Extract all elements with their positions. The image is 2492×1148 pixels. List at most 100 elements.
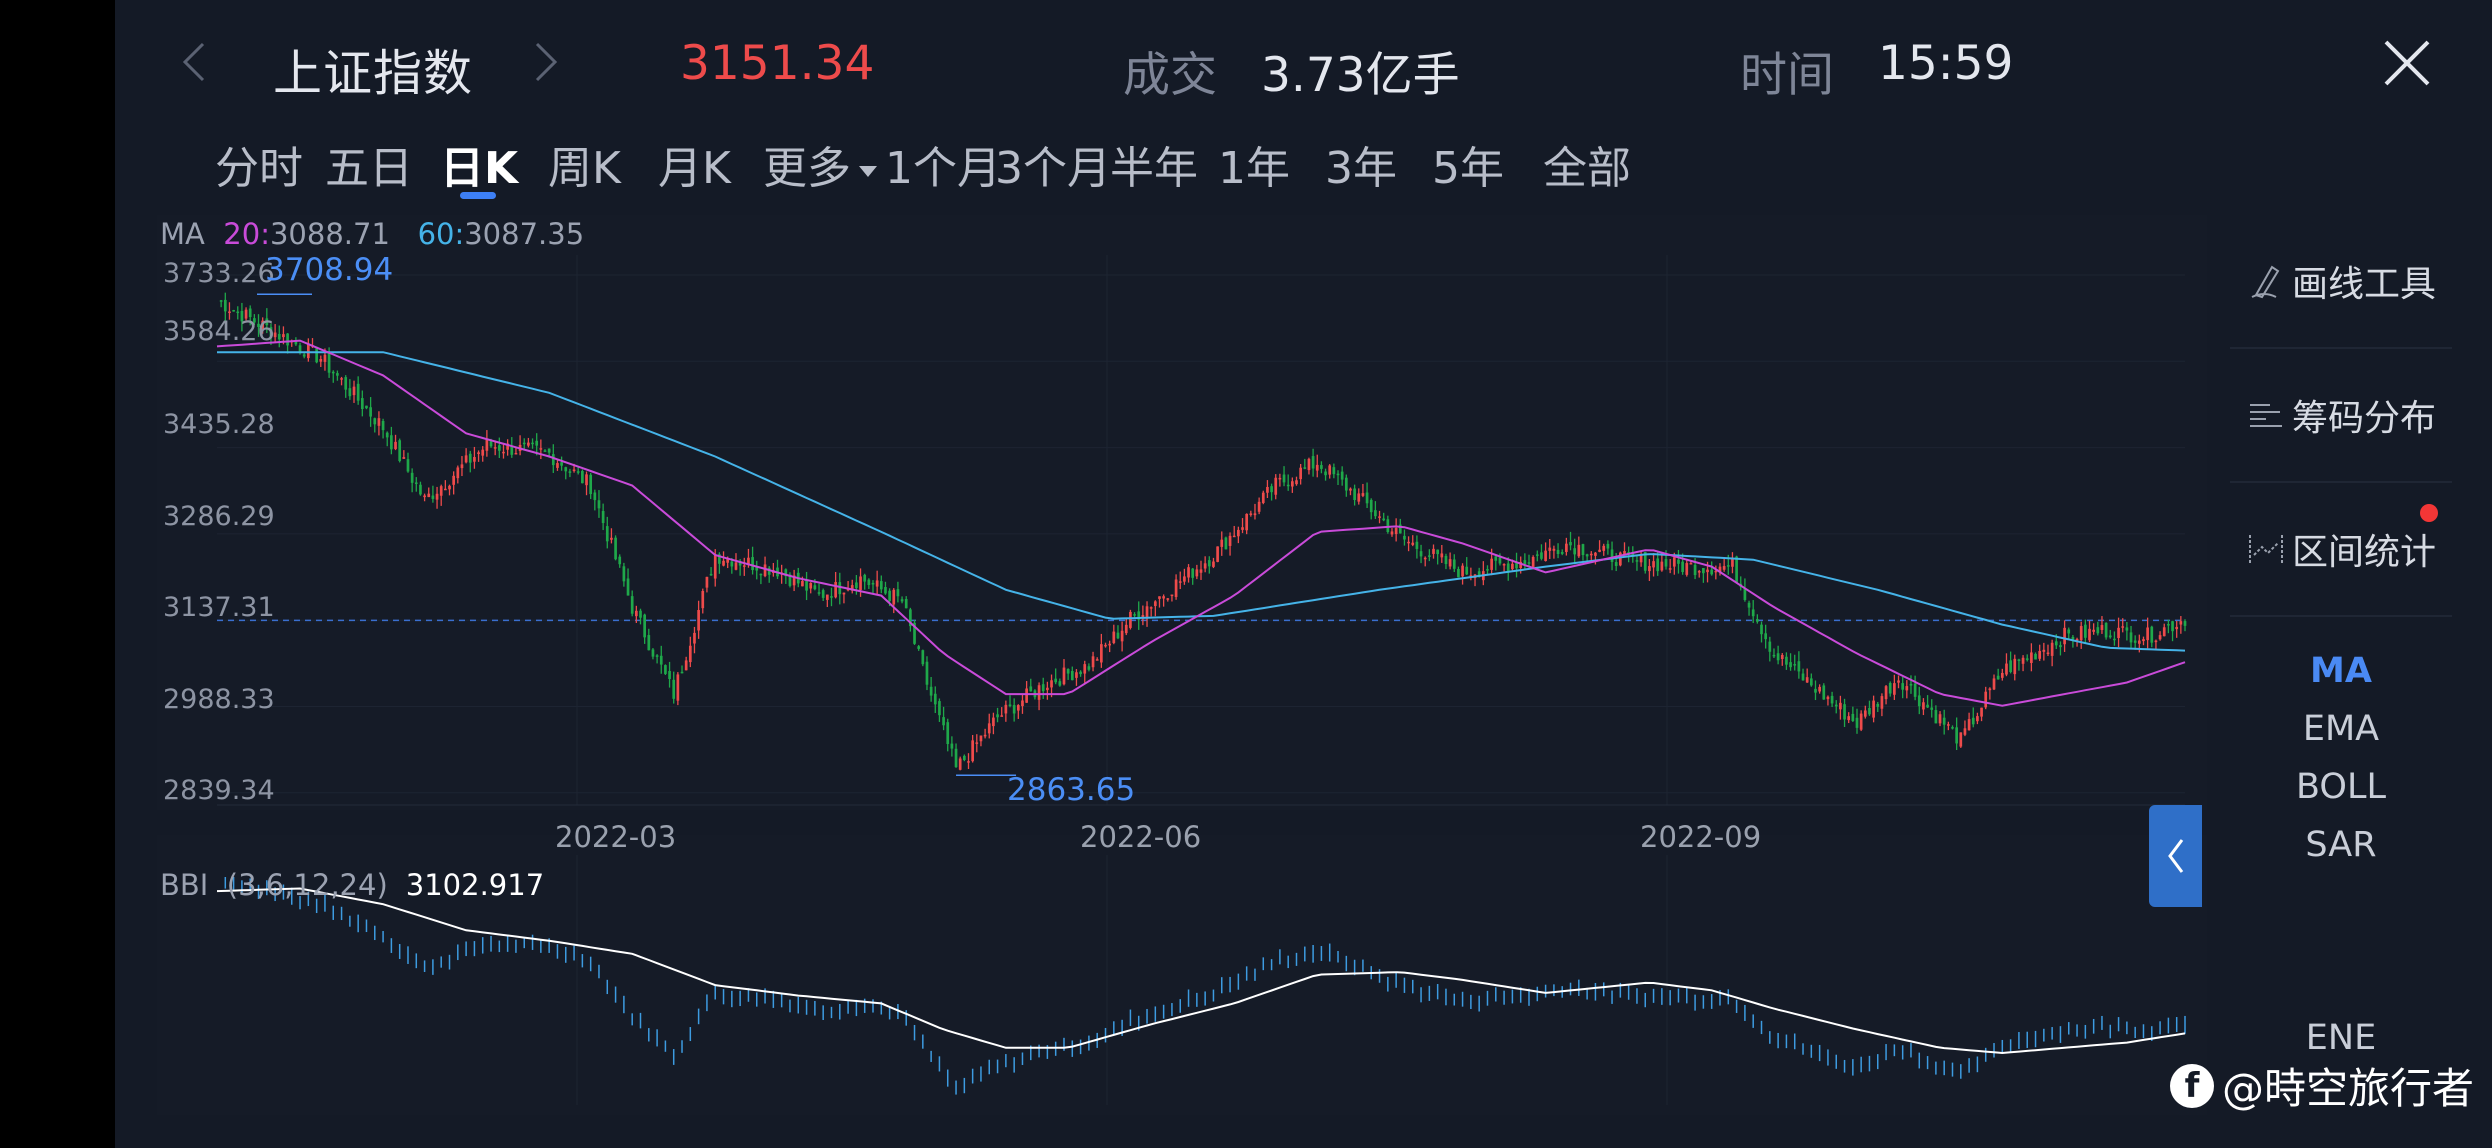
indicator-ma[interactable]: MA: [2230, 651, 2452, 691]
candle: [1004, 704, 1008, 714]
candle: [1046, 687, 1049, 691]
tab-3[interactable]: 周K: [548, 132, 621, 196]
candle: [1809, 678, 1813, 686]
candle: [1963, 728, 1967, 735]
candle: [373, 418, 377, 425]
candle: [2146, 627, 2149, 641]
candle: [1357, 493, 1361, 502]
candle: [282, 334, 285, 338]
candle: [680, 671, 684, 674]
candle: [1062, 667, 1066, 685]
candle: [427, 493, 431, 498]
y-tick: 3435.28: [163, 409, 275, 440]
candle: [1826, 696, 1830, 700]
candle: [2158, 635, 2162, 640]
candle: [925, 661, 929, 685]
candle: [2171, 621, 2174, 632]
candle: [1697, 571, 1701, 573]
candle: [2167, 624, 2170, 626]
candle: [1083, 664, 1087, 674]
candle: [946, 722, 950, 745]
candle: [730, 561, 734, 567]
range-stats-button[interactable]: 区间统计: [2230, 483, 2452, 617]
tab-8[interactable]: 半年: [1110, 132, 1198, 196]
candle: [1839, 702, 1842, 710]
indicator-ene[interactable]: ENE: [2230, 1018, 2452, 1058]
candle: [1888, 682, 1892, 694]
candle: [610, 537, 613, 540]
tab-0[interactable]: 分时: [215, 132, 303, 196]
candle: [1797, 661, 1801, 672]
candle: [2117, 627, 2120, 639]
candle: [1980, 707, 1983, 717]
candle: [473, 457, 476, 462]
candle: [1166, 598, 1170, 600]
candle: [1407, 541, 1410, 544]
candle: [1490, 558, 1493, 570]
time-label: 时间: [1740, 48, 1834, 103]
tab-2[interactable]: 日K: [440, 132, 518, 196]
candle: [547, 448, 551, 453]
tab-4[interactable]: 月K: [658, 132, 731, 196]
candle: [1278, 477, 1282, 480]
tab-7[interactable]: 3个月: [995, 132, 1111, 196]
candle: [527, 442, 530, 446]
candle: [668, 671, 671, 679]
candle: [1320, 465, 1323, 469]
prev-index-icon[interactable]: [175, 40, 215, 84]
collapse-panel-button[interactable]: [2149, 805, 2202, 907]
candle: [2129, 632, 2133, 643]
bbi-legend: BBI (3,6,12,24) 3102.917: [160, 868, 545, 902]
next-index-icon[interactable]: [525, 40, 565, 84]
pen-icon: [2251, 265, 2280, 299]
dropdown-caret-icon: [859, 165, 877, 177]
candle: [2121, 626, 2125, 628]
candle: [1548, 547, 1552, 551]
candle: [1672, 557, 1676, 567]
y-tick: 3733.26: [163, 258, 275, 289]
tab-10[interactable]: 3年: [1325, 132, 1397, 196]
candle: [1722, 566, 1726, 570]
candle: [1573, 548, 1577, 555]
candle: [468, 453, 472, 463]
tab-1[interactable]: 五日: [325, 132, 413, 196]
candle: [2017, 659, 2021, 661]
candle: [904, 599, 908, 609]
candle: [630, 596, 634, 614]
tab-11[interactable]: 5年: [1432, 132, 1504, 196]
candle: [1876, 703, 1880, 707]
candle: [2183, 621, 2187, 626]
tab-9[interactable]: 1年: [1218, 132, 1290, 196]
candle: [556, 463, 559, 468]
indicator-sar[interactable]: SAR: [2230, 825, 2452, 865]
chip-distribution-button[interactable]: 筹码分布: [2230, 349, 2452, 483]
candle: [2142, 639, 2145, 642]
tab-6[interactable]: 1个月: [885, 132, 1001, 196]
chevron-left-icon: [2167, 839, 2183, 873]
candle: [576, 471, 580, 473]
candle: [1801, 673, 1805, 681]
candle: [2030, 652, 2033, 663]
candle: [1195, 569, 1199, 577]
candle: [1926, 704, 1929, 708]
candle: [1494, 556, 1498, 561]
candle: [323, 354, 327, 362]
candle: [1946, 724, 1950, 726]
candle: [315, 348, 318, 363]
candle: [336, 373, 339, 376]
candle: [896, 589, 900, 597]
candle: [2042, 649, 2046, 652]
tab-5[interactable]: 更多: [763, 132, 877, 196]
candle: [1942, 717, 1946, 725]
tab-12[interactable]: 全部: [1543, 132, 1631, 196]
drawing-tools-button[interactable]: 画线工具: [2230, 215, 2452, 349]
close-icon[interactable]: [2380, 36, 2434, 90]
kline-chart[interactable]: [157, 215, 2207, 1115]
candle: [1731, 558, 1734, 567]
indicator-ema[interactable]: EMA: [2230, 709, 2452, 749]
indicator-boll[interactable]: BOLL: [2230, 767, 2452, 807]
candle: [1465, 566, 1469, 575]
candle: [1863, 710, 1867, 717]
candle: [958, 758, 962, 770]
candle: [431, 495, 435, 499]
